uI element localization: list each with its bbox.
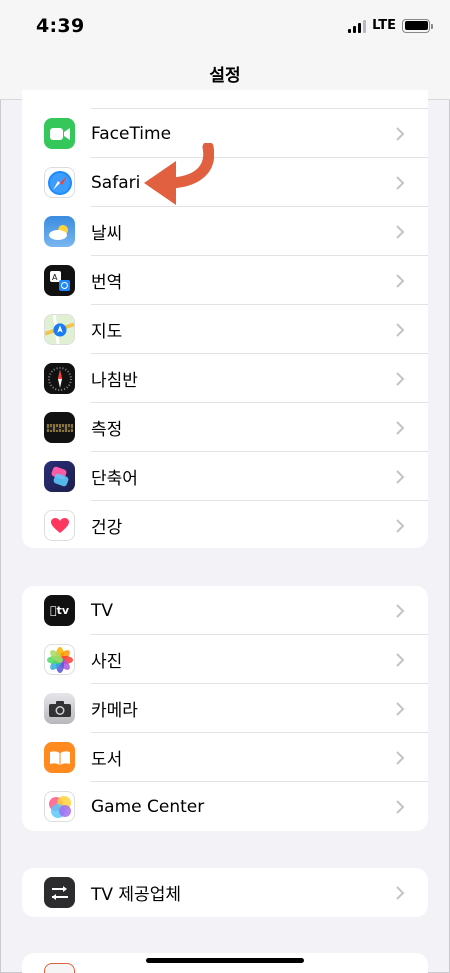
- row-label: 측정: [91, 420, 123, 440]
- status-bar: 4:39 LTE: [0, 0, 450, 56]
- chevron-right-icon: [396, 518, 405, 533]
- game-center-icon: [44, 791, 75, 822]
- chevron-right-icon: [396, 175, 405, 190]
- photos-icon: [44, 644, 75, 675]
- row-label: 건강: [91, 518, 123, 538]
- settings-group-apps-2: tv TV 사진: [22, 586, 428, 831]
- settings-row-health[interactable]: 건강: [22, 501, 428, 548]
- settings-row-measure[interactable]: 측정: [22, 403, 428, 452]
- settings-group-partial: [22, 953, 428, 973]
- settings-row-compass[interactable]: 나침반: [22, 354, 428, 403]
- settings-row-safari[interactable]: Safari: [22, 158, 428, 207]
- facetime-icon: [44, 118, 75, 149]
- settings-row-maps[interactable]: 지도: [22, 305, 428, 354]
- chevron-right-icon: [396, 701, 405, 716]
- maps-icon: [44, 314, 75, 345]
- row-label: 지도: [91, 322, 123, 342]
- row-label: 카메라: [91, 701, 138, 721]
- network-type-label: LTE: [372, 18, 396, 33]
- row-label: 단축어: [91, 469, 138, 489]
- chevron-right-icon: [396, 420, 405, 435]
- svg-text:A: A: [52, 273, 58, 282]
- settings-row-game-center[interactable]: Game Center: [22, 782, 428, 831]
- row-label: Game Center: [91, 796, 205, 817]
- chevron-right-icon: [396, 273, 405, 288]
- page-title: 설정: [209, 66, 241, 86]
- weather-icon: [44, 216, 75, 247]
- settings-row-photos[interactable]: 사진: [22, 635, 428, 684]
- settings-row-weather[interactable]: 날씨: [22, 207, 428, 256]
- partial-app-icon: [44, 963, 75, 973]
- chevron-right-icon: [396, 750, 405, 765]
- home-indicator[interactable]: [146, 958, 304, 963]
- settings-group-apps-1: FaceTime Safari 날씨 A 번역 지도 나침반 측정 단축어 건강: [22, 90, 428, 548]
- chevron-right-icon: [396, 603, 405, 618]
- chevron-right-icon: [396, 885, 405, 900]
- compass-icon: [44, 363, 75, 394]
- chevron-right-icon: [396, 126, 405, 141]
- partial-row: [22, 90, 428, 109]
- measure-icon: [44, 412, 75, 443]
- settings-row-tv[interactable]: tv TV: [22, 586, 428, 635]
- row-label: 날씨: [91, 224, 123, 244]
- safari-icon: [44, 167, 75, 198]
- settings-row-tv-provider[interactable]: TV 제공업체: [22, 868, 428, 917]
- settings-row-translate[interactable]: A 번역: [22, 256, 428, 305]
- translate-icon: A: [44, 265, 75, 296]
- status-time: 4:39: [36, 15, 85, 37]
- health-icon: [44, 510, 75, 541]
- settings-group-tv-provider: TV 제공업체: [22, 868, 428, 917]
- annotation-arrow-icon: [144, 143, 214, 205]
- row-label: TV: [91, 600, 114, 621]
- row-label: 사진: [91, 652, 123, 672]
- status-indicators: LTE: [348, 18, 433, 33]
- settings-row-books[interactable]: 도서: [22, 733, 428, 782]
- settings-row-shortcuts[interactable]: 단축어: [22, 452, 428, 501]
- chevron-right-icon: [396, 224, 405, 239]
- row-label: Safari: [91, 172, 141, 193]
- apple-tv-icon: tv: [44, 595, 75, 626]
- cellular-signal-icon: [348, 19, 367, 33]
- battery-icon: [402, 18, 433, 33]
- chevron-right-icon: [396, 371, 405, 386]
- row-label: 번역: [91, 273, 123, 293]
- settings-row-camera[interactable]: 카메라: [22, 684, 428, 733]
- tv-provider-icon: [44, 877, 75, 908]
- chevron-right-icon: [396, 652, 405, 667]
- camera-icon: [44, 693, 75, 724]
- shortcuts-icon: [44, 461, 75, 492]
- row-label: TV 제공업체: [91, 885, 181, 905]
- row-label: FaceTime: [91, 123, 172, 144]
- row-label: 나침반: [91, 371, 138, 391]
- row-label: 도서: [91, 750, 123, 770]
- chevron-right-icon: [396, 469, 405, 484]
- books-icon: [44, 742, 75, 773]
- chevron-right-icon: [396, 322, 405, 337]
- settings-row-facetime[interactable]: FaceTime: [22, 109, 428, 158]
- chevron-right-icon: [396, 799, 405, 814]
